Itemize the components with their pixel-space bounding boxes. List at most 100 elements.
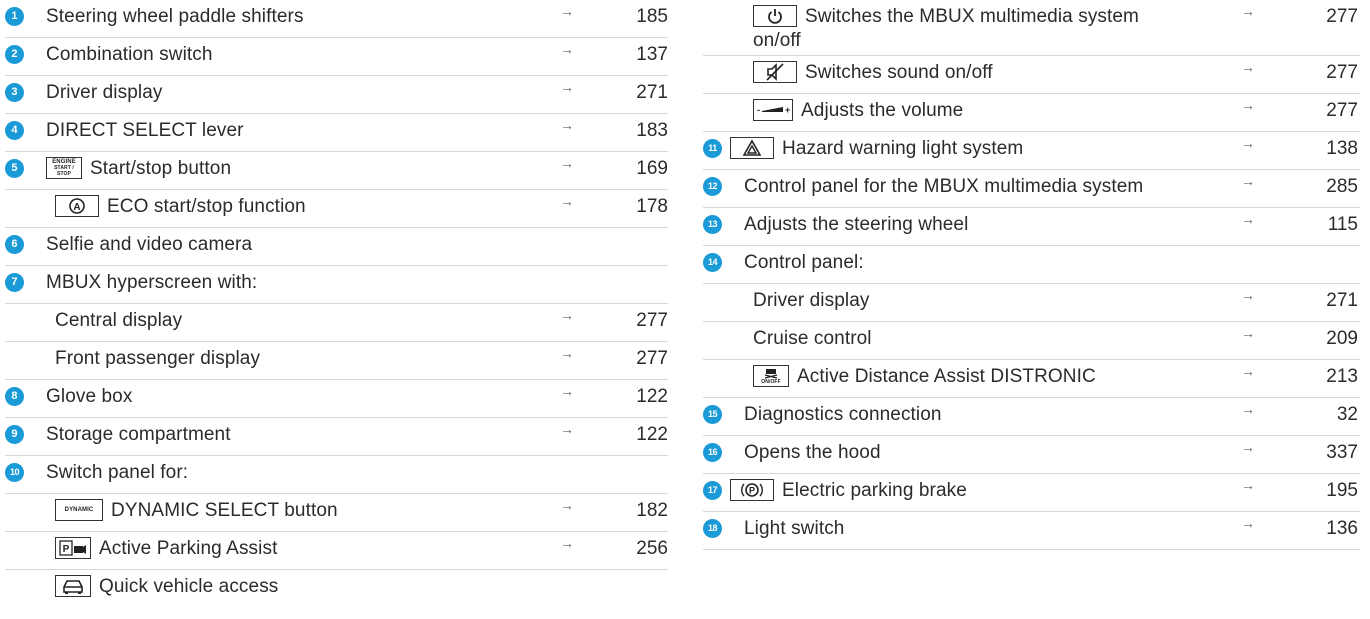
list-item: Central display → 277 [5,304,668,342]
arrow-icon: → [560,307,574,323]
arrow-icon: → [1241,515,1255,531]
engine-start-stop-key-icon: ENGINE START / STOP [46,157,82,179]
list-item: 6 Selfie and video camera [5,228,668,266]
arrow-icon: → [1241,211,1255,227]
item-label: Switches sound on/off [805,62,993,83]
arrow-icon: → [1241,325,1255,341]
arrow-icon: → [1241,287,1255,303]
arrow-icon: → [1241,3,1255,19]
page-reference: 138 [1326,138,1358,159]
quick-vehicle-access-key-icon [55,575,91,597]
callout-badge: 10 [5,463,24,482]
item-label: Switch panel for: [46,462,189,483]
callout-badge: 9 [5,425,24,444]
item-label: Central display [55,310,183,331]
item-label: Front passenger display [55,348,261,369]
arrow-icon: → [560,41,574,57]
page-reference: 32 [1336,404,1358,425]
list-item: Front passenger display → 277 [5,342,668,380]
arrow-icon: → [1241,477,1255,493]
page-reference: 122 [636,386,668,407]
arrow-icon: → [560,421,574,437]
callout-badge: 8 [5,387,24,406]
page-reference: 277 [1326,62,1358,83]
arrow-icon: → [560,383,574,399]
page-reference: 185 [636,6,668,27]
item-label: Light switch [744,518,845,539]
arrow-icon: → [1241,97,1255,113]
list-item: 12 Control panel for the MBUX multimedia… [703,170,1360,208]
callout-badge: 15 [703,405,722,424]
svg-text:P: P [63,544,70,555]
item-label: Active Distance Assist DISTRONIC [797,366,1096,387]
item-label: Glove box [46,386,133,407]
item-label: DIRECT SELECT lever [46,120,244,141]
page-reference: 169 [636,158,668,179]
arrow-icon: → [560,497,574,513]
item-label: Switches the MBUX multimedia system on/o… [753,6,1139,51]
item-label: Opens the hood [744,442,881,463]
item-label: Control panel: [744,252,864,273]
list-item: 1 Steering wheel paddle shifters → 185 [5,0,668,38]
mute-key-icon [753,61,797,83]
callout-badge: 2 [5,45,24,64]
parking-brake-key-icon: P [730,479,774,501]
callout-badge: 6 [5,235,24,254]
dynamic-select-key-icon: DYNAMIC [55,499,103,521]
hazard-key-icon [730,137,774,159]
svg-text:+: + [785,105,790,115]
arrow-icon: → [560,345,574,361]
callout-badge: 12 [703,177,722,196]
list-item: 11 Hazard warning light system → 138 [703,132,1360,170]
page-reference: 213 [1326,366,1358,387]
callout-badge: 11 [703,139,722,158]
list-item: ON/OFF Active Distance Assist DISTRONIC … [703,360,1360,398]
list-item: Driver display → 271 [703,284,1360,322]
item-label: Quick vehicle access [99,576,279,597]
eco-start-stop-key-icon: A [55,195,99,217]
arrow-icon: → [1241,363,1255,379]
list-item: 13 Adjusts the steering wheel → 115 [703,208,1360,246]
arrow-icon: → [560,193,574,209]
arrow-icon: → [1241,59,1255,75]
right-column: Switches the MBUX multimedia system on/o… [703,0,1360,550]
page-reference: 271 [636,82,668,103]
list-item: 9 Storage compartment → 122 [5,418,668,456]
item-label: DYNAMIC SELECT button [111,500,338,521]
list-item: 8 Glove box → 122 [5,380,668,418]
list-item: 4 DIRECT SELECT lever → 183 [5,114,668,152]
list-item: Quick vehicle access [5,570,668,608]
callout-badge: 1 [5,7,24,26]
arrow-icon: → [560,535,574,551]
page-reference: 277 [1326,6,1358,27]
list-item: Switches sound on/off → 277 [703,56,1360,94]
item-label: Diagnostics connection [744,404,942,425]
list-item: 10 Switch panel for: [5,456,668,494]
item-label: Driver display [753,290,870,311]
item-label: Control panel for the MBUX multimedia sy… [744,176,1144,197]
arrow-icon: → [560,79,574,95]
item-label: Driver display [46,82,163,103]
list-item: Cruise control → 209 [703,322,1360,360]
page-reference: 209 [1326,328,1358,349]
arrow-icon: → [1241,401,1255,417]
page-reference: 136 [1326,518,1358,539]
item-label: MBUX hyperscreen with: [46,272,258,293]
item-label: Electric parking brake [782,480,967,501]
item-label: Combination switch [46,44,213,65]
item-label: Cruise control [753,328,872,349]
list-item: 17 P Electric parking brake → 195 [703,474,1360,512]
list-item: 16 Opens the hood → 337 [703,436,1360,474]
arrow-icon: → [560,117,574,133]
arrow-icon: → [1241,173,1255,189]
list-item: - + Adjusts the volume → 277 [703,94,1360,132]
item-label: Active Parking Assist [99,538,278,559]
power-key-icon [753,5,797,27]
item-label: ECO start/stop function [107,196,306,217]
arrow-icon: → [1241,135,1255,151]
left-column: 1 Steering wheel paddle shifters → 185 2… [5,0,668,608]
distronic-key-icon: ON/OFF [753,365,789,387]
item-label: Storage compartment [46,424,231,445]
list-item: 2 Combination switch → 137 [5,38,668,76]
page-reference: 183 [636,120,668,141]
